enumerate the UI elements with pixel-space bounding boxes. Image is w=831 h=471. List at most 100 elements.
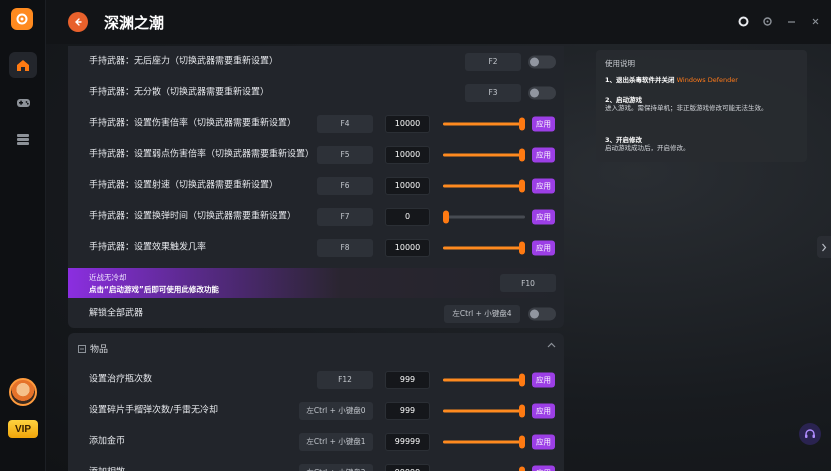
library-icon: [17, 133, 29, 145]
toggle-knob: [530, 88, 539, 97]
value-input[interactable]: 10000: [385, 114, 430, 133]
value-input[interactable]: 999: [385, 370, 430, 389]
value-input[interactable]: 999: [385, 401, 430, 420]
gear-icon: [762, 16, 772, 26]
minimize-icon: [787, 20, 795, 23]
apply-button[interactable]: 应用: [532, 372, 555, 387]
slider-knob[interactable]: [519, 404, 525, 417]
value-slider[interactable]: [443, 241, 525, 254]
chevron-up-icon[interactable]: [547, 341, 556, 351]
value-input[interactable]: 99999: [385, 463, 430, 471]
slider-knob[interactable]: [519, 373, 525, 386]
value-input[interactable]: 10000: [385, 145, 430, 164]
app-logo-icon: [11, 8, 33, 30]
setting-row: 添加相散左Ctrl + 小键盘2 99999 应用: [68, 457, 564, 471]
setting-row: 手持武器：设置效果触发几率 F8 10000 应用: [68, 232, 564, 263]
setting-row: 手持武器：无后座力（切换武器需要重新设置） F2: [68, 46, 564, 77]
vip-badge[interactable]: VIP: [8, 420, 38, 438]
slider-knob[interactable]: [519, 466, 525, 471]
avatar[interactable]: [9, 378, 37, 406]
slider-fill: [443, 122, 525, 125]
value-slider[interactable]: [443, 210, 525, 223]
slider-knob[interactable]: [519, 435, 525, 448]
row-label: 设置治疗瓶次数: [89, 374, 153, 384]
toggle-switch[interactable]: [528, 86, 556, 99]
hotkey-keycap[interactable]: 左Ctrl + 小键盘4: [444, 304, 520, 323]
close-button[interactable]: [809, 14, 821, 28]
sidebar: VIP: [0, 0, 46, 471]
close-icon: [812, 18, 818, 24]
gamepad-icon: [16, 98, 30, 107]
row-label: 手持武器：设置效果触发几率: [89, 242, 207, 252]
sidebar-item-home[interactable]: [9, 52, 37, 78]
slider-fill: [443, 184, 525, 187]
apply-button[interactable]: 应用: [532, 403, 555, 418]
hotkey-keycap[interactable]: F6: [317, 176, 373, 195]
hotkey-keycap[interactable]: F3: [465, 83, 521, 102]
slider-knob[interactable]: [519, 117, 525, 130]
hotkey-keycap[interactable]: F4: [317, 114, 373, 133]
instructions-panel: 使用说明 1、退出杀毒软件并关闭 Windows Defender 2、启动游戏…: [596, 50, 807, 162]
collapse-square-icon: [78, 344, 86, 353]
support-button[interactable]: [799, 423, 821, 445]
slider-knob[interactable]: [519, 148, 525, 161]
value-slider[interactable]: [443, 148, 525, 161]
apply-button[interactable]: 应用: [532, 147, 555, 162]
banner-hint: 点击“启动游戏”后即可使用此修改功能: [89, 285, 219, 294]
hotkey-keycap[interactable]: F10: [500, 274, 556, 292]
slider-knob[interactable]: [519, 241, 525, 254]
apply-button[interactable]: 应用: [532, 465, 555, 471]
top-bar: 深渊之潮: [46, 0, 831, 44]
section-title: 物品: [90, 345, 109, 355]
value-input[interactable]: 0: [385, 207, 430, 226]
weapon-panel: 手持武器：无后座力（切换武器需要重新设置） F2 手持武器：无分散（切换武器需要重新…: [68, 46, 564, 328]
hotkey-keycap[interactable]: 左Ctrl + 小键盘0: [299, 401, 373, 420]
value-input[interactable]: 10000: [385, 176, 430, 195]
setting-row: 手持武器：设置射速（切换武器需要重新设置） F6 10000 应用: [68, 170, 564, 201]
setting-row: 手持武器：设置换弹时间（切换武器需要重新设置） F7 0 应用: [68, 201, 564, 232]
hotkey-keycap[interactable]: F7: [317, 207, 373, 226]
row-label: 手持武器：设置射速（切换武器需要重新设置）: [89, 180, 279, 190]
slider-fill: [443, 246, 525, 249]
value-slider[interactable]: [443, 404, 525, 417]
section-header[interactable]: 物品: [78, 342, 108, 355]
settings-button[interactable]: [761, 14, 773, 28]
sidebar-item-games[interactable]: [9, 89, 37, 115]
hotkey-keycap[interactable]: F2: [465, 52, 521, 71]
apply-button[interactable]: 应用: [532, 434, 555, 449]
slider-knob[interactable]: [443, 210, 449, 223]
instructions-title: 使用说明: [605, 59, 635, 68]
apply-button[interactable]: 应用: [532, 178, 555, 193]
apply-button[interactable]: 应用: [532, 209, 555, 224]
hotkey-keycap[interactable]: F12: [317, 370, 373, 389]
apply-button[interactable]: 应用: [532, 116, 555, 131]
value-slider[interactable]: [443, 117, 525, 130]
value-slider[interactable]: [443, 179, 525, 192]
apply-button[interactable]: 应用: [532, 240, 555, 255]
sidebar-item-library[interactable]: [9, 126, 37, 152]
value-slider[interactable]: [443, 435, 525, 448]
value-input[interactable]: 10000: [385, 238, 430, 257]
back-button[interactable]: [68, 12, 88, 32]
row-label: 手持武器：无分散（切换武器需要重新设置）: [89, 87, 270, 97]
expand-panel-button[interactable]: [817, 236, 831, 258]
slider-fill: [443, 153, 525, 156]
hotkey-keycap[interactable]: F5: [317, 145, 373, 164]
toggle-switch[interactable]: [528, 307, 556, 320]
setting-row: 手持武器：设置弱点伤害倍率（切换武器需要重新设置） F5 10000 应用: [68, 139, 564, 170]
row-label: 手持武器：设置弱点伤害倍率（切换武器需要重新设置）: [89, 149, 315, 159]
melee-banner: 近战无冷却 点击“启动游戏”后即可使用此修改功能 F10: [68, 268, 564, 298]
defender-warning: Windows Defender: [676, 76, 738, 84]
minimize-button[interactable]: [785, 14, 797, 28]
step-1: 1、退出杀毒软件并关闭 Windows Defender: [605, 76, 738, 84]
record-button[interactable]: [737, 14, 749, 28]
headset-icon: [805, 429, 815, 438]
hotkey-keycap[interactable]: 左Ctrl + 小键盘2: [299, 463, 373, 471]
value-slider[interactable]: [443, 373, 525, 386]
hotkey-keycap[interactable]: 左Ctrl + 小键盘1: [299, 432, 373, 451]
toggle-switch[interactable]: [528, 55, 556, 68]
slider-knob[interactable]: [519, 179, 525, 192]
hotkey-keycap[interactable]: F8: [317, 238, 373, 257]
row-label: 手持武器：无后座力（切换武器需要重新设置）: [89, 56, 279, 66]
value-input[interactable]: 99999: [385, 432, 430, 451]
